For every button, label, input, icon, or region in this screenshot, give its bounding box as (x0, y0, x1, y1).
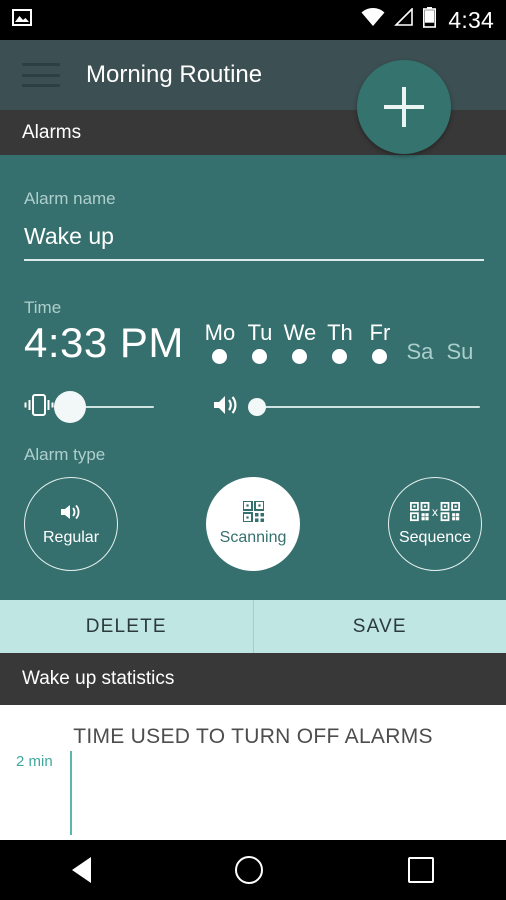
alarm-form: Alarm name Wake up Time 4:33 PM Mo Tu We… (0, 155, 506, 600)
alarm-type-group: Alarm type Regular Scanning x Sequence (24, 445, 482, 571)
day-selected-dot (332, 348, 348, 364)
day-label: Tu (247, 319, 273, 345)
action-bar: DELETE SAVE (0, 600, 506, 653)
alarm-name-label: Alarm name (24, 189, 116, 208)
day-toggle-tu[interactable]: Tu (240, 319, 280, 364)
alarm-type-options: Regular Scanning x Sequence (24, 476, 482, 571)
volume-slider[interactable] (212, 393, 482, 422)
volume-slider-thumb[interactable] (248, 398, 266, 416)
tab-alarms[interactable]: Alarms (22, 122, 81, 144)
alarm-type-scanning[interactable]: Scanning (206, 476, 300, 571)
status-bar: 4:34 (0, 0, 506, 40)
day-label: Mo (204, 319, 236, 345)
day-label: Th (327, 319, 353, 345)
alarm-name-input[interactable]: Wake up (24, 223, 482, 259)
save-button[interactable]: SAVE (254, 600, 506, 653)
alarm-type-regular[interactable]: Regular (24, 476, 118, 571)
day-toggle-th[interactable]: Th (320, 319, 360, 364)
day-selected-dot (212, 348, 228, 364)
day-label: We (283, 319, 317, 345)
page-title: Morning Routine (86, 61, 263, 88)
chart-y-axis (70, 751, 72, 835)
wifi-icon (361, 8, 385, 32)
day-label: Fr (369, 319, 391, 345)
day-toggle-we[interactable]: We (280, 319, 320, 364)
recents-square-icon[interactable] (407, 857, 434, 883)
chart-plot-area: 2 min (0, 751, 506, 835)
qr-code-sequence-icon: x (410, 501, 460, 523)
alarm-type-label-sequence: Sequence (398, 528, 472, 546)
delete-button[interactable]: DELETE (0, 600, 253, 653)
alarm-type-label: Alarm type (24, 444, 106, 464)
day-label: Sa (406, 338, 434, 364)
day-toggle-su[interactable]: Su (440, 338, 480, 364)
statistics-chart: TIME USED TO TURN OFF ALARMS 2 min (0, 705, 506, 840)
plus-icon (384, 87, 424, 127)
day-selected-dot (372, 348, 388, 364)
alarm-type-sequence[interactable]: x Sequence (388, 476, 482, 571)
phone-screen: 4:34 Morning Routine Alarms Alarm name W… (0, 0, 506, 900)
alarm-name-field-group: Alarm name Wake up (24, 155, 484, 261)
alarm-type-label-scanning: Scanning (219, 528, 287, 546)
back-triangle-icon[interactable] (72, 857, 92, 883)
day-toggle-sa[interactable]: Sa (400, 338, 440, 364)
time-value[interactable]: 4:33 PM (24, 319, 184, 366)
day-selector: Mo Tu We Th Fr Sa Su (200, 319, 480, 366)
status-bar-left (12, 9, 361, 31)
vibration-slider-thumb[interactable] (54, 391, 86, 423)
day-toggle-mo[interactable]: Mo (200, 319, 240, 364)
chart-y-tick-label: 2 min (16, 753, 53, 770)
home-circle-icon[interactable] (235, 856, 264, 884)
cell-signal-icon (394, 7, 414, 32)
sliders-row (24, 391, 482, 423)
day-selected-dot (252, 348, 268, 364)
status-bar-clock: 4:34 (448, 6, 494, 33)
vibration-slider-track[interactable] (54, 391, 154, 423)
battery-icon (423, 7, 437, 33)
status-bar-right: 4:34 (361, 7, 494, 34)
time-label: Time (24, 297, 62, 317)
chart-title: TIME USED TO TURN OFF ALARMS (73, 725, 433, 748)
vibration-slider[interactable] (24, 391, 190, 423)
image-icon (12, 9, 32, 31)
svg-text:x: x (432, 505, 438, 519)
statistics-header: Wake up statistics (0, 653, 506, 705)
alarm-type-label-regular: Regular (42, 528, 100, 546)
statistics-header-label: Wake up statistics (22, 668, 175, 689)
hamburger-menu-icon[interactable] (22, 63, 60, 87)
time-row: 4:33 PM Mo Tu We Th Fr Sa Su (24, 319, 482, 366)
add-alarm-fab[interactable] (357, 60, 451, 154)
qr-code-icon (242, 501, 264, 523)
volume-icon (212, 393, 240, 422)
volume-icon (60, 501, 82, 523)
time-field-group: Time 4:33 PM Mo Tu We Th Fr Sa Su (24, 261, 482, 366)
vibration-icon (24, 392, 54, 423)
day-selected-dot (292, 348, 308, 364)
day-toggle-fr[interactable]: Fr (360, 319, 400, 364)
day-label: Su (446, 338, 474, 364)
android-nav-bar (0, 840, 506, 900)
volume-slider-track[interactable] (248, 398, 480, 416)
